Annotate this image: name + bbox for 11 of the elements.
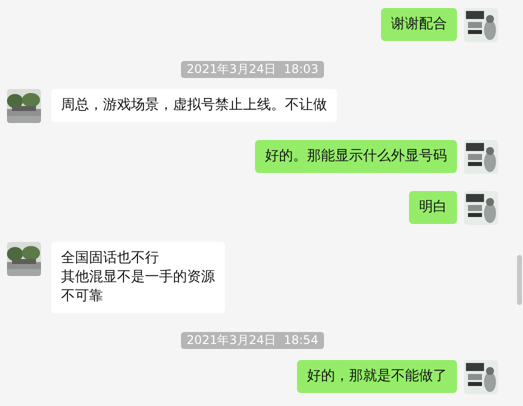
message-text: 周总，游戏场景，虚拟号禁止上线。不让做: [61, 96, 327, 115]
timestamp: 2021年3月24日 18:54: [180, 332, 324, 349]
message-text: 好的，那就是不能做了: [307, 367, 447, 386]
message-text: 其他混显不是一手的资源: [61, 268, 215, 287]
message-text: 明白: [419, 198, 447, 217]
timestamp: 2021年3月24日 18:03: [180, 61, 324, 78]
message-text: 全国固话也不行: [61, 249, 160, 268]
message-text: 好的。那能显示什么外显号码: [265, 147, 447, 166]
scrollbar[interactable]: [517, 255, 522, 305]
message-text: 不可靠: [61, 287, 104, 306]
message-text: 谢谢配合: [391, 15, 447, 34]
